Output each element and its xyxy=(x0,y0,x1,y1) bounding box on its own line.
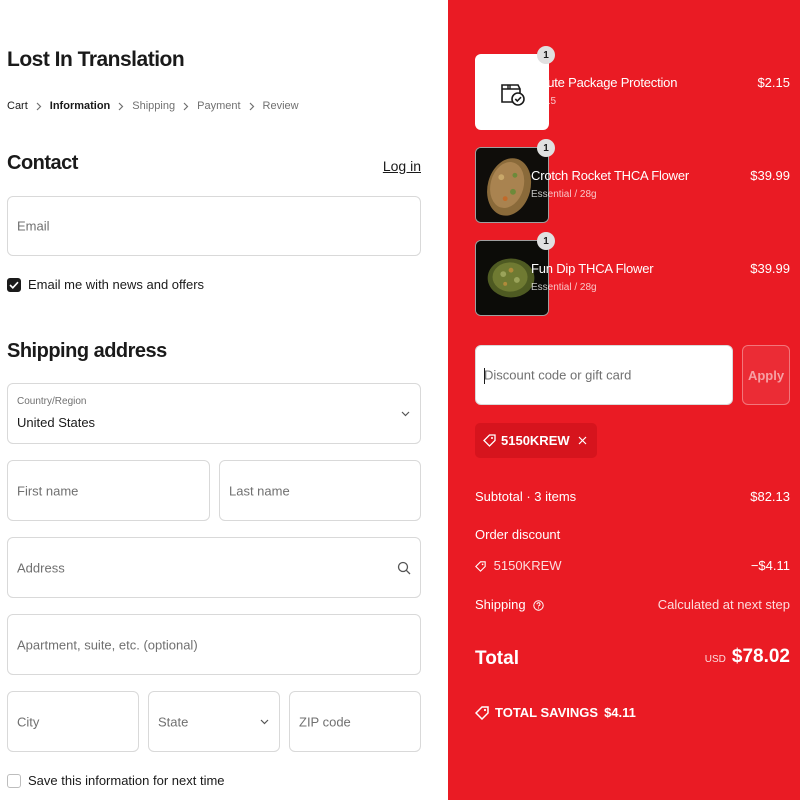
newsletter-checkbox[interactable] xyxy=(7,277,21,292)
savings-value: $4.11 xyxy=(604,705,636,720)
applied-discount-code: 5150KREW xyxy=(501,433,570,448)
breadcrumb: Cart Information Shipping Payment Review xyxy=(7,100,299,112)
chevron-right-icon xyxy=(183,102,189,111)
chevron-right-icon xyxy=(36,102,42,111)
help-circle-icon[interactable] xyxy=(533,600,544,611)
breadcrumb-cart[interactable]: Cart xyxy=(7,100,28,112)
breadcrumb-information: Information xyxy=(49,100,111,112)
apply-button[interactable]: Apply xyxy=(742,345,790,405)
line-item: 1 Fun Dip THCA Flower Essential / 28g $3… xyxy=(475,232,790,316)
item-variant: $2.15 xyxy=(531,96,557,107)
email-placeholder: Email xyxy=(17,218,50,234)
last-name-field[interactable]: Last name xyxy=(219,460,421,521)
newsletter-checkbox-row[interactable]: Email me with news and offers xyxy=(7,277,204,292)
tag-icon xyxy=(475,561,486,572)
subtotal-row: Subtotal · 3 items $82.13 xyxy=(475,489,790,504)
discount-placeholder: Discount code or gift card xyxy=(484,367,632,383)
newsletter-label: Email me with news and offers xyxy=(28,277,205,292)
total-amount: USD $78.02 xyxy=(705,646,790,668)
last-name-placeholder: Last name xyxy=(229,483,290,498)
order-discount-label: Order discount xyxy=(475,527,561,542)
state-placeholder: State xyxy=(158,714,189,729)
discount-code-input[interactable]: Discount code or gift card xyxy=(475,345,733,405)
item-name: Route Package Protection xyxy=(531,75,678,90)
shipping-label: Shipping xyxy=(475,597,526,612)
contact-heading: Contact xyxy=(7,152,78,174)
checkmark-icon xyxy=(9,281,19,289)
save-info-label: Save this information for next time xyxy=(28,773,225,788)
order-summary-panel: 1 Route Package Protection $2.15 $2.15 1… xyxy=(448,0,800,800)
address-field[interactable]: Address xyxy=(7,537,421,598)
total-label: Total xyxy=(475,648,519,669)
total-row: Total USD $78.02 xyxy=(475,646,790,670)
item-name: Fun Dip THCA Flower xyxy=(531,261,654,276)
route-protection-thumbnail xyxy=(475,54,549,130)
address-placeholder: Address xyxy=(17,560,65,575)
zip-placeholder: ZIP code xyxy=(299,714,351,729)
package-check-icon xyxy=(501,84,525,106)
shipping-row: Shipping Calculated at next step xyxy=(475,597,790,612)
quantity-badge: 1 xyxy=(537,46,555,64)
line-item: 1 Crotch Rocket THCA Flower Essential / … xyxy=(475,139,790,223)
country-label: Country/Region xyxy=(17,396,87,407)
checkout-form-panel: Lost In Translation Cart Information Shi… xyxy=(0,0,448,800)
flower-bud-image xyxy=(475,240,549,316)
first-name-placeholder: First name xyxy=(17,483,79,498)
line-item: 1 Route Package Protection $2.15 $2.15 xyxy=(475,46,790,130)
shop-title[interactable]: Lost In Translation xyxy=(7,48,185,72)
discount-code-label: 5150KREW xyxy=(493,558,562,573)
chevron-down-icon xyxy=(401,411,410,417)
total-currency: USD xyxy=(704,654,726,665)
tag-icon xyxy=(475,705,489,720)
total-savings: TOTAL SAVINGS $4.11 xyxy=(475,705,636,720)
chevron-right-icon xyxy=(118,102,124,111)
flower-bud-image xyxy=(475,147,549,223)
close-icon[interactable] xyxy=(578,436,587,445)
discount-code-row: 5150KREW −$4.11 xyxy=(475,558,790,573)
first-name-field[interactable]: First name xyxy=(7,460,210,521)
chevron-right-icon xyxy=(249,102,255,111)
quantity-badge: 1 xyxy=(537,232,555,250)
applied-discount-tag: 5150KREW xyxy=(475,423,597,458)
item-variant: Essential / 28g xyxy=(531,189,597,200)
savings-label: TOTAL SAVINGS xyxy=(495,705,599,720)
item-price: $39.99 xyxy=(750,261,790,276)
save-info-checkbox[interactable] xyxy=(7,773,21,788)
item-price: $2.15 xyxy=(757,75,790,90)
city-placeholder: City xyxy=(17,714,40,729)
subtotal-value: $82.13 xyxy=(750,489,790,504)
total-value: $78.02 xyxy=(731,646,790,667)
country-value: United States xyxy=(17,415,96,430)
search-icon[interactable] xyxy=(397,561,411,575)
subtotal-label: Subtotal · 3 items xyxy=(475,489,577,504)
item-variant: Essential / 28g xyxy=(531,282,597,293)
country-select[interactable]: Country/Region United States xyxy=(7,383,421,444)
item-name: Crotch Rocket THCA Flower xyxy=(531,168,690,183)
tag-icon xyxy=(483,434,496,447)
email-field[interactable]: Email xyxy=(7,196,421,256)
item-price: $39.99 xyxy=(750,168,790,183)
chevron-down-icon xyxy=(260,719,269,725)
state-select[interactable]: State xyxy=(148,691,280,752)
discount-value: −$4.11 xyxy=(750,558,790,573)
quantity-badge: 1 xyxy=(537,139,555,157)
login-link[interactable]: Log in xyxy=(383,158,421,174)
city-field[interactable]: City xyxy=(7,691,139,752)
breadcrumb-payment: Payment xyxy=(197,100,241,112)
order-discount-row: Order discount xyxy=(475,527,790,542)
apartment-placeholder: Apartment, suite, etc. (optional) xyxy=(17,637,198,652)
breadcrumb-review: Review xyxy=(262,100,299,112)
shipping-value: Calculated at next step xyxy=(657,597,790,612)
save-info-checkbox-row[interactable]: Save this information for next time xyxy=(7,773,225,788)
apartment-field[interactable]: Apartment, suite, etc. (optional) xyxy=(7,614,421,675)
breadcrumb-shipping: Shipping xyxy=(132,100,176,112)
shipping-address-heading: Shipping address xyxy=(7,340,167,362)
zip-field[interactable]: ZIP code xyxy=(289,691,421,752)
